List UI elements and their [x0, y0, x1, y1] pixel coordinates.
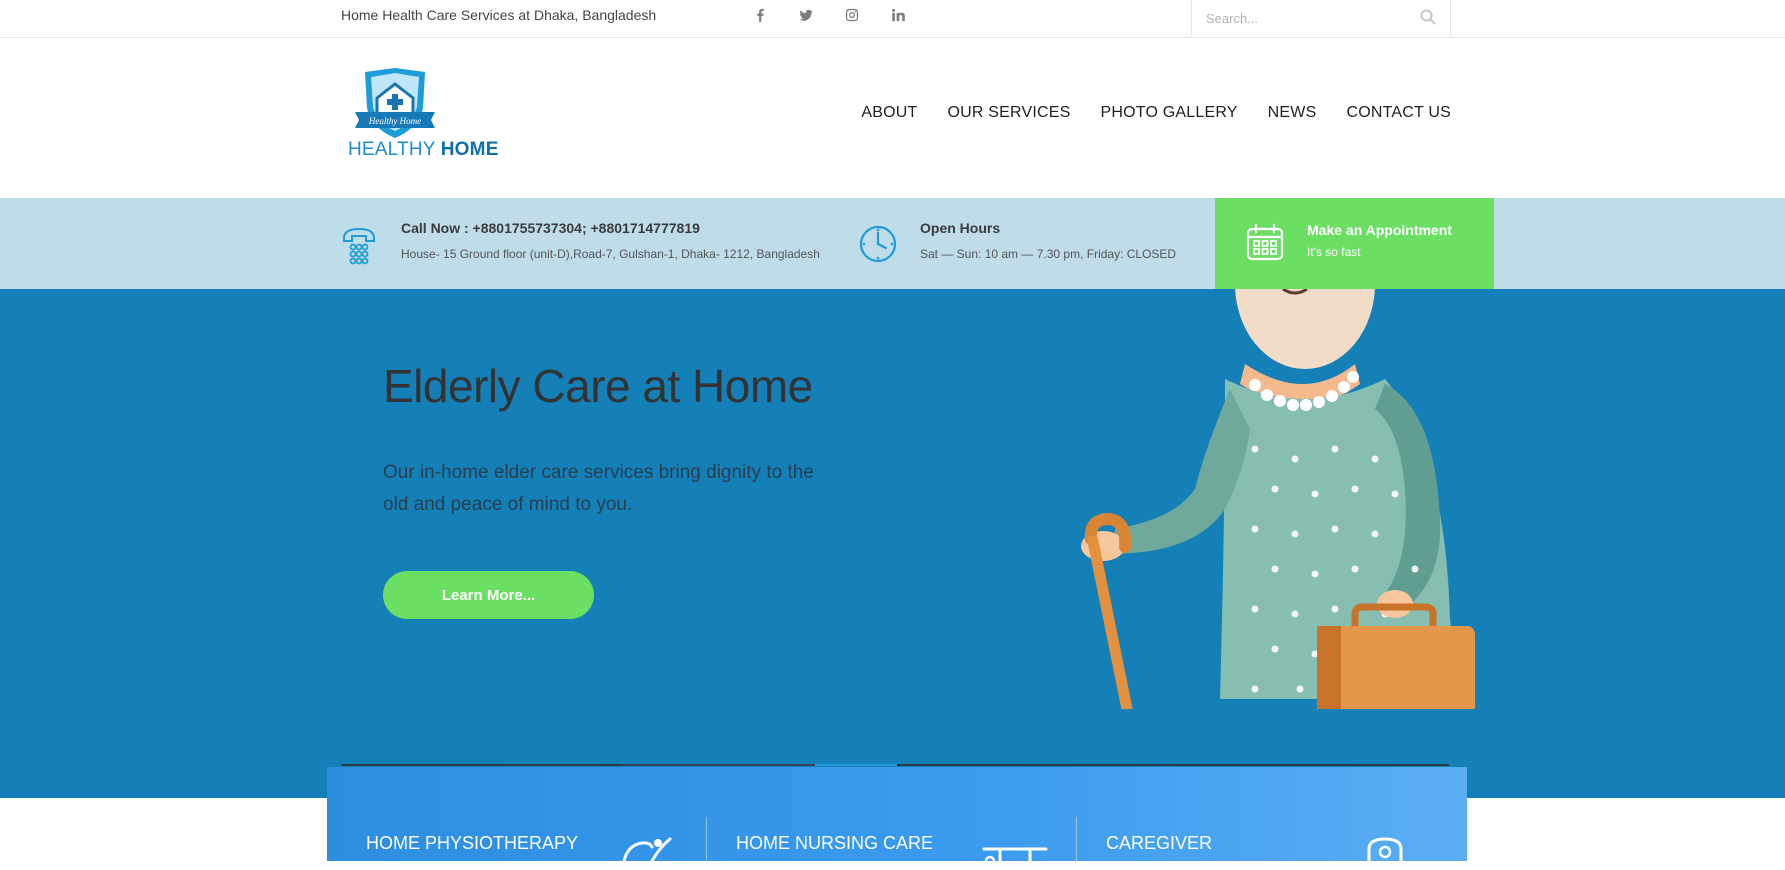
address-text: House- 15 Ground floor (unit-D),Road-7, …	[401, 247, 820, 261]
slider-indicator-4[interactable]	[897, 764, 1173, 766]
nav-our-services[interactable]: OUR SERVICES	[947, 104, 1070, 122]
appointment-title: Make an Appointment	[1307, 222, 1452, 238]
physiotherapy-icon	[620, 833, 680, 868]
logo-word-healthy: HEALTHY	[348, 139, 436, 160]
nav-contact-us[interactable]: CONTACT US	[1346, 104, 1451, 122]
services-bar: HOME PHYSIOTHERAPY HOME NURSING CARE CAR…	[327, 767, 1467, 867]
service-home-nursing-care[interactable]: HOME NURSING CARE	[736, 833, 933, 854]
service-divider	[706, 817, 707, 861]
open-hours-title: Open Hours	[920, 220, 1001, 236]
twitter-icon[interactable]	[795, 4, 817, 26]
contact-info-strip: Call Now : +8801755737304; +880171477781…	[0, 198, 1785, 289]
slider-indicator-1[interactable]	[341, 764, 619, 766]
nav-photo-gallery[interactable]: PHOTO GALLERY	[1100, 104, 1237, 122]
calendar-icon	[1245, 222, 1285, 267]
slider-indicator-5[interactable]	[1173, 764, 1449, 766]
elderly-woman-illustration	[1081, 289, 1475, 709]
search-icon[interactable]	[1420, 9, 1436, 25]
service-home-physiotherapy[interactable]: HOME PHYSIOTHERAPY	[366, 833, 578, 854]
logo-word-home: HOME	[440, 139, 499, 160]
top-bar: Home Health Care Services at Dhaka, Bang…	[0, 0, 1785, 38]
main-nav: ABOUT OUR SERVICES PHOTO GALLERY NEWS CO…	[861, 104, 1451, 122]
nav-news[interactable]: NEWS	[1268, 104, 1317, 122]
slider-indicator-2[interactable]	[619, 764, 815, 766]
linkedin-icon[interactable]	[887, 4, 909, 26]
site-tagline: Home Health Care Services at Dhaka, Bang…	[341, 7, 657, 23]
instagram-icon[interactable]	[841, 4, 863, 26]
nursing-bed-icon	[980, 845, 1050, 870]
nav-about[interactable]: ABOUT	[861, 104, 917, 122]
logo-wordmark: HEALTHY HOME	[348, 139, 499, 161]
hero-banner: Elderly Care at Home Our in-home elder c…	[0, 289, 1785, 798]
hero-title: Elderly Care at Home	[383, 360, 813, 412]
hero-description: Our in-home elder care services bring di…	[383, 462, 814, 515]
service-divider	[1076, 817, 1077, 861]
service-caregiver[interactable]: CAREGIVER	[1106, 833, 1212, 854]
call-now-text[interactable]: Call Now : +8801755737304; +880171477781…	[401, 220, 700, 236]
clock-icon	[858, 224, 898, 269]
open-hours-text: Sat — Sun: 10 am — 7.30 pm, Friday: CLOS…	[920, 247, 1177, 261]
search-input[interactable]	[1204, 6, 1418, 30]
facebook-icon[interactable]	[749, 4, 771, 26]
slider-indicator-3[interactable]	[815, 764, 897, 766]
caregiver-icon	[1365, 837, 1405, 866]
make-appointment-button[interactable]: Make an Appointment It's so fast	[1215, 198, 1494, 289]
search-box	[1191, 0, 1451, 36]
appointment-subtitle: It's so fast	[1307, 245, 1361, 259]
logo-badge-text: Healthy Home	[368, 116, 421, 126]
phone-icon	[341, 226, 377, 271]
learn-more-button[interactable]: Learn More...	[383, 571, 594, 619]
